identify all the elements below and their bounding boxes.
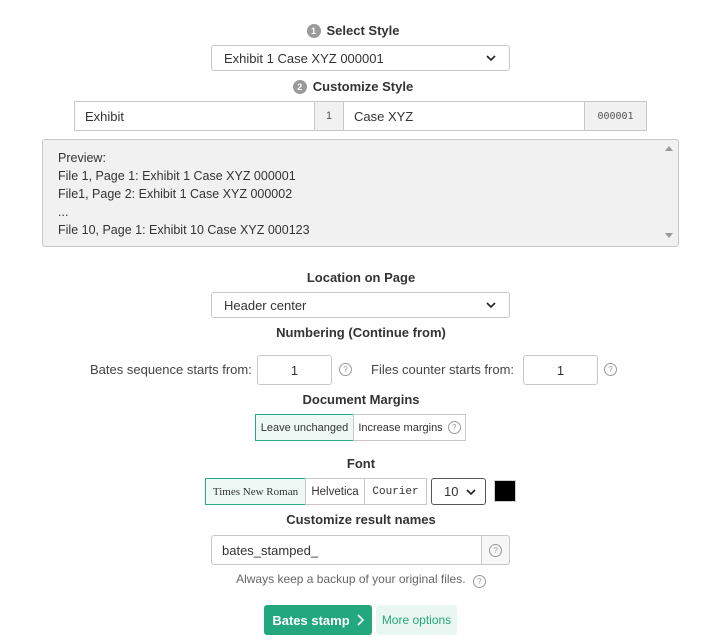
style-select[interactable]: Exhibit 1 Case XYZ 000001 — [211, 45, 510, 71]
backup-note-text: Always keep a backup of your original fi… — [236, 572, 466, 586]
prefix-input-value: Exhibit — [85, 108, 125, 124]
font-heading: Font — [346, 456, 376, 471]
number-addon-text: 1 — [325, 110, 333, 122]
margins-heading: Document Margins — [302, 392, 420, 407]
preview-line: File 1, Page 1: Exhibit 1 Case XYZ 00000… — [58, 169, 296, 183]
result-name-value: bates_stamped_ — [222, 542, 319, 558]
preview-box[interactable]: Preview: File 1, Page 1: Exhibit 1 Case … — [42, 139, 679, 247]
location-select[interactable]: Header center — [211, 292, 510, 318]
more-options-button[interactable]: More options — [376, 605, 457, 635]
select-style-title: Select Style — [326, 23, 400, 38]
chevron-down-icon — [486, 55, 496, 62]
customize-style-heading: 2 Customize Style — [0, 79, 706, 94]
result-name-input[interactable]: bates_stamped_ — [211, 535, 482, 565]
font-courier-button[interactable]: Courier — [364, 478, 427, 505]
numbering-heading: Numbering (Continue from) — [276, 325, 446, 340]
font-helvetica-button[interactable]: Helvetica — [305, 478, 365, 505]
preview-line: Preview: — [58, 151, 106, 165]
chevron-right-icon — [357, 614, 364, 626]
bates-stamp-label: Bates stamp — [272, 612, 350, 628]
preview-line: ... — [58, 205, 69, 219]
preview-line: File1, Page 2: Exhibit 1 Case XYZ 000002 — [58, 187, 293, 201]
backup-note: Always keep a backup of your original fi… — [0, 572, 706, 588]
location-select-value: Header center — [224, 297, 307, 313]
bates-start-input[interactable]: 1 — [257, 355, 332, 385]
style-select-value: Exhibit 1 Case XYZ 000001 — [224, 50, 384, 66]
help-icon: ? — [489, 543, 502, 557]
suffix-input[interactable]: Case XYZ — [343, 101, 585, 131]
prefix-input[interactable]: Exhibit — [74, 101, 315, 131]
leave-unchanged-button[interactable]: Leave unchanged — [255, 414, 354, 441]
step-1-badge: 1 — [306, 24, 321, 38]
bates-stamp-button[interactable]: Bates stamp — [264, 605, 372, 635]
help-icon[interactable]: ? — [604, 363, 617, 376]
font-size-value: 10 — [444, 484, 459, 499]
chevron-down-icon — [486, 302, 496, 309]
scroll-up-icon[interactable] — [665, 145, 673, 151]
number-addon: 1 — [314, 101, 344, 131]
help-icon: ? — [472, 575, 486, 588]
result-names-heading: Customize result names — [286, 512, 436, 527]
counter-addon-text: 000001 — [597, 110, 634, 122]
select-style-heading: 1 Select Style — [0, 23, 706, 38]
step-2-badge: 2 — [292, 80, 307, 94]
preview-line: File 10, Page 1: Exhibit 10 Case XYZ 000… — [58, 223, 310, 237]
font-color-swatch[interactable] — [494, 480, 516, 502]
font-size-select[interactable]: 10 — [431, 478, 486, 505]
increase-margins-label: Increase margins — [358, 421, 443, 434]
chevron-down-icon — [466, 488, 476, 495]
result-name-help[interactable]: ? — [481, 535, 510, 565]
customize-style-title: Customize Style — [312, 79, 414, 94]
bates-start-label: Bates sequence starts from: — [90, 362, 252, 377]
scroll-down-icon[interactable] — [665, 233, 673, 239]
help-icon[interactable]: ? — [339, 363, 352, 376]
files-start-label: Files counter starts from: — [371, 362, 515, 377]
help-icon: ? — [447, 421, 461, 434]
suffix-input-value: Case XYZ — [354, 108, 414, 124]
files-start-value: 1 — [556, 362, 565, 378]
files-start-input[interactable]: 1 — [523, 355, 598, 385]
increase-margins-button[interactable]: Increase margins ? — [353, 414, 466, 441]
counter-addon: 000001 — [584, 101, 647, 131]
font-times-button[interactable]: Times New Roman — [205, 478, 306, 505]
bates-start-value: 1 — [290, 362, 299, 378]
location-heading: Location on Page — [306, 270, 416, 285]
